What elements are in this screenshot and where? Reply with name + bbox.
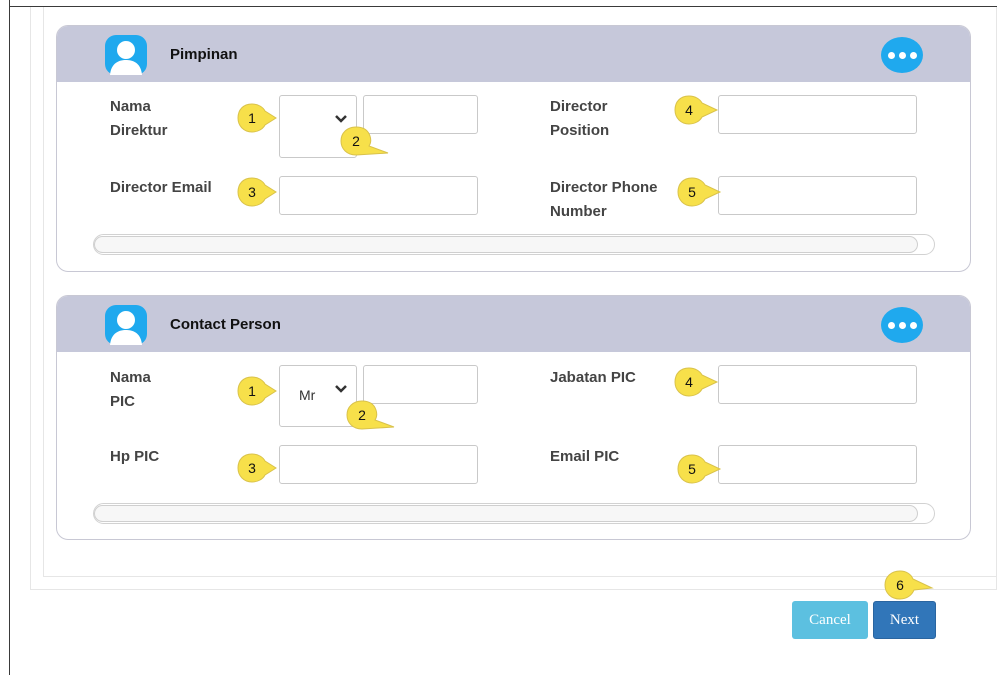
pic-position-input[interactable] (718, 365, 917, 404)
callout-number: 3 (248, 184, 256, 200)
user-avatar-icon (105, 305, 147, 345)
callout-number: 3 (248, 460, 256, 476)
more-options-icon[interactable] (881, 307, 923, 343)
label-director-email: Director Email (110, 179, 212, 196)
callout-1: 1 (236, 374, 278, 408)
callout-number: 1 (248, 110, 256, 126)
pic-phone-input[interactable] (279, 445, 478, 484)
label-director-phone: Director Phone Number (550, 179, 658, 220)
label-email-pic: Email PIC (550, 448, 620, 465)
horizontal-scrollbar[interactable] (93, 503, 935, 524)
title-select-value: Mr (299, 387, 316, 403)
chevron-down-icon (335, 115, 347, 123)
callout-number: 5 (688, 184, 696, 200)
callout-5: 5 (676, 175, 722, 209)
callout-number: 4 (685, 102, 693, 118)
scrollbar-thumb[interactable] (94, 505, 918, 522)
callout-5: 5 (676, 452, 722, 486)
callout-3: 3 (236, 451, 278, 485)
callout-number: 2 (352, 133, 360, 149)
panel-header: Contact Person (57, 296, 970, 352)
label-hp-pic: Hp PIC (110, 448, 160, 465)
director-position-input[interactable] (718, 95, 917, 134)
callout-number: 2 (358, 407, 366, 423)
callout-number: 1 (248, 383, 256, 399)
panel-title: Contact Person (170, 316, 281, 333)
callout-3: 3 (236, 175, 278, 209)
callout-number: 6 (896, 577, 904, 593)
director-phone-input[interactable] (718, 176, 917, 215)
pic-email-input[interactable] (718, 445, 917, 484)
label-nama-direktur: Nama Direktur (110, 98, 168, 139)
callout-6: 6 (882, 568, 934, 602)
panel-title: Pimpinan (170, 46, 238, 63)
more-options-icon[interactable] (881, 37, 923, 73)
callout-4: 4 (673, 365, 719, 399)
callout-number: 5 (688, 461, 696, 477)
director-email-input[interactable] (279, 176, 478, 215)
panel-contact-person: Contact Person Nama PIC Mr Jabatan PIC H… (56, 295, 971, 540)
horizontal-scrollbar[interactable] (93, 234, 935, 255)
callout-4: 4 (673, 93, 719, 127)
callout-number: 4 (685, 374, 693, 390)
panel-pimpinan: Pimpinan Nama Direktur Director Position… (56, 25, 971, 272)
window-border-left (9, 0, 10, 675)
chevron-down-icon (335, 385, 347, 393)
callout-1: 1 (236, 101, 278, 135)
label-director-position: Director Position (550, 98, 610, 139)
next-button[interactable]: Next (873, 601, 936, 639)
callout-2: 2 (338, 124, 390, 158)
label-nama-pic: Nama PIC (110, 369, 151, 410)
label-jabatan-pic: Jabatan PIC (550, 369, 636, 386)
cancel-button[interactable]: Cancel (792, 601, 868, 639)
scrollbar-thumb[interactable] (94, 236, 918, 253)
panel-header: Pimpinan (57, 26, 970, 82)
callout-2: 2 (344, 398, 396, 432)
user-avatar-icon (105, 35, 147, 75)
